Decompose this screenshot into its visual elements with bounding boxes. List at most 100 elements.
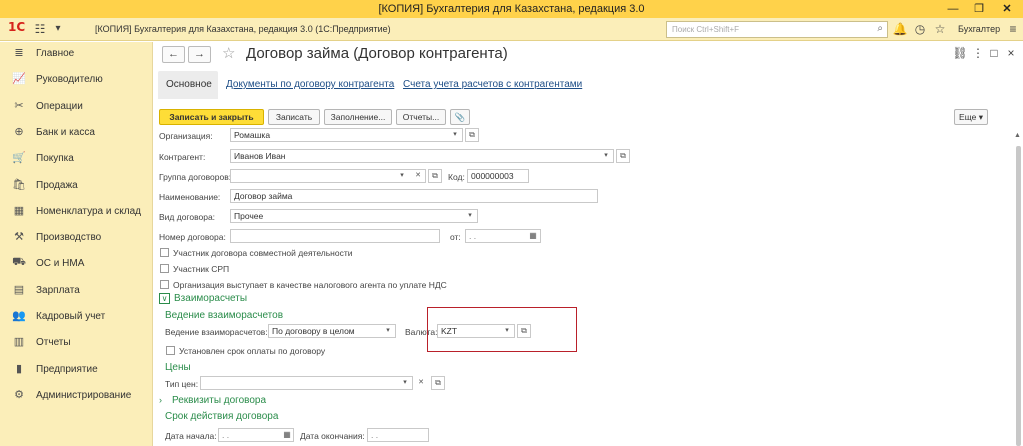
sidebar-item[interactable]: 🛒 Покупка [0,147,153,173]
clear-icon[interactable]: ✕ [412,169,424,183]
sidebar-item-label: Главное [36,48,75,59]
grid-menu-icon[interactable]: ☷ [32,22,48,36]
type-label: Вид договора: [159,212,216,222]
sidebar-item-label: Отчеты [36,337,71,349]
name-label: Наименование: [159,192,221,202]
sidebar-item[interactable]: ▥ Отчеты [0,331,153,357]
save-button[interactable]: Записать [268,109,320,125]
calendar-icon[interactable]: ▦ [527,229,539,243]
fill-button[interactable]: Заполнение... [324,109,392,125]
sidebar-item-label: Номенклатура и склад [36,205,141,217]
sidebar-item-label: Покупка [36,153,74,165]
joint-activity-checkbox[interactable] [160,248,169,257]
collapse-toggle-icon[interactable]: ∨ [159,293,170,304]
srp-label: Участник СРП [173,264,230,274]
chevron-down-icon[interactable]: ▾ [396,169,408,183]
scroll-up-icon[interactable]: ▲ [1014,132,1021,139]
more-button[interactable]: Еще ▾ [954,109,988,125]
star-icon[interactable]: ☆ [932,22,948,36]
bag-icon: 🛍 [12,178,26,191]
sidebar-item-label: Зарплата [36,284,80,296]
open-icon[interactable]: ⧉ [465,128,479,142]
sidebar-item[interactable]: 👥 Кадровый учет [0,305,153,331]
sidebar-item[interactable]: ⚒ Производство [0,226,153,252]
save-and-close-button[interactable]: Записать и закрыть [159,109,264,125]
chevron-down-icon[interactable]: ▾ [382,324,394,338]
currency-highlight-frame [427,307,577,352]
sidebar-item-label: Операции [36,100,83,112]
search-placeholder: Поиск Ctrl+Shift+F [672,25,740,34]
search-icon[interactable]: ⌕ [877,23,883,34]
chevron-down-icon[interactable]: ▾ [600,149,612,163]
number-field[interactable] [230,229,440,243]
number-label: Номер договора: [159,232,226,242]
dropdown-menu-icon[interactable]: ▾ [50,22,66,36]
bell-icon[interactable]: 🔔 [892,22,908,36]
back-button[interactable]: ← [162,46,185,63]
history-icon[interactable]: ◷ [912,22,928,36]
close-icon[interactable]: ✕ [993,0,1021,18]
code-field[interactable]: 000000003 [467,169,529,183]
sidebar-item[interactable]: 📈 Руководителю [0,68,153,94]
open-icon[interactable]: ⧉ [616,149,630,163]
settlements-subsection-title: Ведение взаиморасчетов [165,310,284,321]
search-input[interactable]: Поиск Ctrl+Shift+F ⌕ [666,21,888,38]
open-icon[interactable]: ⧉ [431,376,445,390]
type-field[interactable]: Прочее [230,209,478,223]
sidebar-item-label: ОС и НМА [36,258,85,270]
chevron-down-icon[interactable]: ▾ [464,209,476,223]
close-form-icon[interactable]: × [1003,46,1019,60]
favorite-star-icon[interactable]: ☆ [222,44,235,62]
settlement-mode-field[interactable]: По договору в целом [268,324,396,338]
chevron-down-icon[interactable]: ▾ [449,128,461,142]
tax-agent-checkbox[interactable] [160,280,169,289]
price-type-field[interactable] [200,376,413,390]
tax-agent-label: Организация выступает в качестве налогов… [173,280,447,290]
chevron-down-icon[interactable]: ▾ [399,376,411,390]
scrollbar-thumb[interactable] [1016,146,1021,446]
minimize-icon[interactable]: — [939,0,967,18]
name-field[interactable]: Договор займа [230,189,598,203]
current-user[interactable]: Бухгалтер [958,24,1000,34]
form-title: Договор займа (Договор контрагента) [246,45,508,62]
tab-accounts[interactable]: Счета учета расчетов с контрагентами [403,79,582,90]
calendar-icon[interactable]: ▦ [281,428,293,442]
enterprise-icon: ▮ [15,362,23,375]
vertical-scrollbar[interactable]: ▲ [1013,130,1023,446]
settlements-section-title[interactable]: Взаиморасчеты [174,293,247,304]
reports-icon: ▥ [13,336,25,349]
more-options-icon[interactable]: ⋮ [970,46,986,60]
tab-documents[interactable]: Документы по договору контрагента [226,79,394,90]
end-date-field[interactable]: . . [367,428,429,442]
end-date-label: Дата окончания: [300,431,365,441]
open-icon[interactable]: ⧉ [428,169,442,183]
chevron-right-icon[interactable]: › [159,395,162,405]
payment-term-checkbox[interactable] [166,346,175,355]
hamburger-icon[interactable]: ≡ [1005,22,1021,36]
counterparty-field[interactable]: Иванов Иван [230,149,614,163]
sidebar-item[interactable]: ▤ Зарплата [0,279,153,305]
link-icon[interactable]: ⛓ [952,46,968,60]
sidebar-item[interactable]: ⊕ Банк и касса [0,121,153,147]
organization-field[interactable]: Ромашка [230,128,463,142]
sidebar-item[interactable]: ▦ Номенклатура и склад [0,200,153,226]
sidebar-item[interactable]: ⚙ Администрирование [0,384,153,410]
sidebar-item[interactable]: ≣ Главное [0,42,153,68]
reports-button[interactable]: Отчеты... [396,109,446,125]
code-label: Код: [448,172,465,182]
sidebar-item[interactable]: ✂ Операции [0,95,153,121]
forward-button[interactable]: → [188,46,211,63]
restore-icon[interactable]: ❐ [965,0,993,18]
people-icon: 👥 [12,310,26,322]
details-section-title[interactable]: Реквизиты договора [172,395,266,406]
sidebar-item[interactable]: ▮ Предприятие [0,358,153,384]
maximize-form-icon[interactable]: □ [986,46,1002,60]
srp-checkbox[interactable] [160,264,169,273]
sidebar-item[interactable]: 🛍 Продажа [0,174,153,200]
counterparty-label: Контрагент: [159,152,206,162]
sidebar-item-label: Руководителю [36,74,103,86]
clear-icon[interactable]: ✕ [415,376,427,390]
sidebar-item[interactable]: ⛟ ОС и НМА [0,252,153,278]
attach-button[interactable]: 📎 [450,109,470,125]
tab-main[interactable]: Основное [158,71,218,99]
